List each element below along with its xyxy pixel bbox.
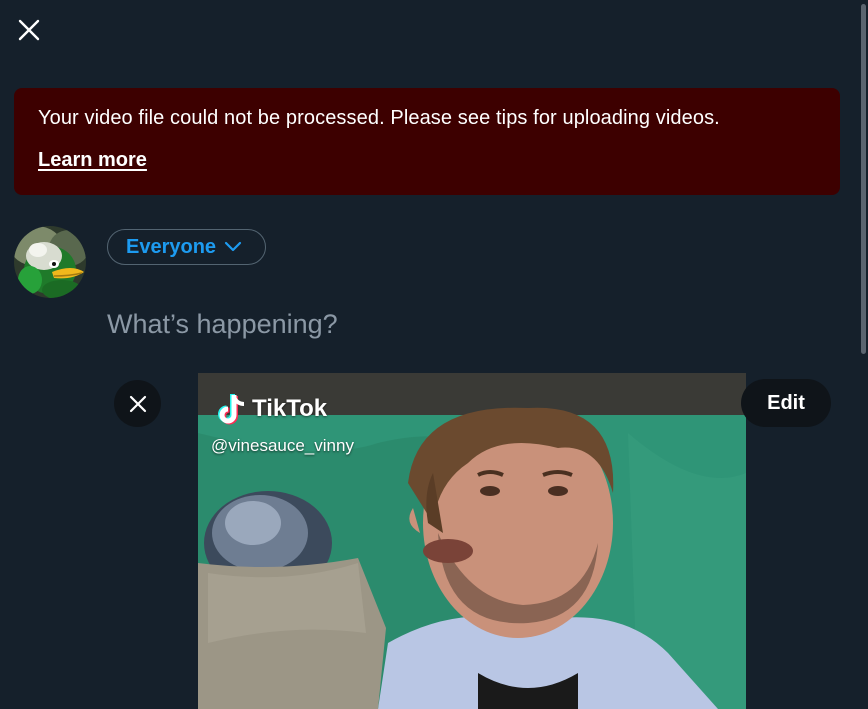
close-icon: [18, 19, 40, 41]
audience-label: Everyone: [126, 235, 217, 258]
video-preview: TikTok @vinesauce_vinny: [198, 373, 746, 709]
close-icon: [129, 395, 146, 412]
duck-avatar-icon: [14, 226, 86, 298]
compose-dialog: Your video file could not be processed. …: [0, 0, 868, 709]
close-dialog-button[interactable]: [10, 11, 48, 49]
remove-media-button[interactable]: [114, 380, 161, 427]
compose-text-input[interactable]: [107, 306, 807, 342]
learn-more-link[interactable]: Learn more: [38, 149, 147, 172]
edit-media-button[interactable]: Edit: [741, 379, 831, 427]
tiktok-watermark: TikTok: [218, 393, 327, 425]
scrollbar-thumb[interactable]: [861, 4, 866, 354]
avatar[interactable]: [14, 226, 86, 298]
error-banner: Your video file could not be processed. …: [14, 88, 840, 195]
tiktok-brand-label: TikTok: [252, 395, 328, 422]
scrollbar[interactable]: [858, 0, 868, 709]
tiktok-handle: @vinesauce_vinny: [211, 436, 354, 455]
audience-selector[interactable]: Everyone: [107, 229, 266, 265]
error-message: Your video file could not be processed. …: [38, 107, 720, 129]
tiktok-logo-icon: [218, 394, 245, 425]
chevron-down-icon: [224, 241, 242, 253]
